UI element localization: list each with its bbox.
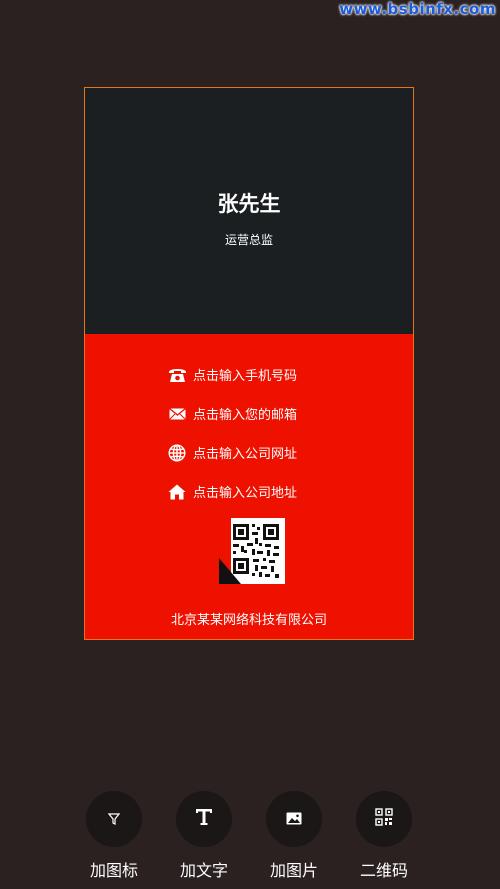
contact-address[interactable]: 点击输入公司地址 — [167, 482, 297, 501]
add-image-button[interactable]: 加图片 — [259, 791, 329, 881]
image-icon — [286, 810, 302, 829]
card-body: 点击输入手机号码 点击输入您的邮箱 点击输入公司网址 点击输入公司地址 北京某某… — [85, 334, 413, 639]
add-image-label: 加图片 — [269, 861, 318, 880]
contact-email-text: 点击输入您的邮箱 — [193, 408, 298, 423]
home-icon — [167, 483, 187, 501]
qrcode-label: 二维码 — [359, 861, 408, 880]
card-name[interactable]: 张先生 — [85, 188, 413, 218]
add-icon-label: 加图标 — [89, 861, 138, 880]
business-card[interactable]: 张先生 运营总监 点击输入手机号码 点击输入您的邮箱 点击输入公司网址 点击输入… — [84, 87, 414, 640]
qr-code-image[interactable] — [219, 518, 285, 584]
phone-icon — [167, 366, 187, 384]
card-job-title[interactable]: 运营总监 — [85, 231, 413, 248]
watermark: www.bsbinfx.com — [339, 0, 496, 18]
add-text-button[interactable]: 加文字 — [169, 791, 239, 881]
contact-phone-text: 点击输入手机号码 — [193, 369, 298, 384]
globe-icon — [167, 443, 187, 462]
funnel-icon — [107, 810, 121, 829]
contact-phone[interactable]: 点击输入手机号码 — [167, 365, 297, 384]
company-name[interactable]: 北京某某网络科技有限公司 — [85, 609, 413, 628]
contact-website[interactable]: 点击输入公司网址 — [167, 443, 297, 462]
qrcode-circle[interactable] — [356, 791, 412, 847]
qrcode-button[interactable]: 二维码 — [349, 791, 419, 881]
add-icon-circle[interactable] — [86, 791, 142, 847]
contact-email[interactable]: 点击输入您的邮箱 — [167, 404, 297, 423]
add-image-circle[interactable] — [266, 791, 322, 847]
contact-website-text: 点击输入公司网址 — [193, 447, 298, 462]
qrcode-icon — [375, 808, 393, 830]
card-header: 张先生 运营总监 — [85, 88, 413, 334]
add-icon-button[interactable]: 加图标 — [79, 791, 149, 881]
text-icon — [195, 808, 213, 830]
add-text-circle[interactable] — [176, 791, 232, 847]
mail-icon — [167, 405, 187, 423]
contact-address-text: 点击输入公司地址 — [193, 486, 298, 501]
add-text-label: 加文字 — [179, 861, 228, 880]
